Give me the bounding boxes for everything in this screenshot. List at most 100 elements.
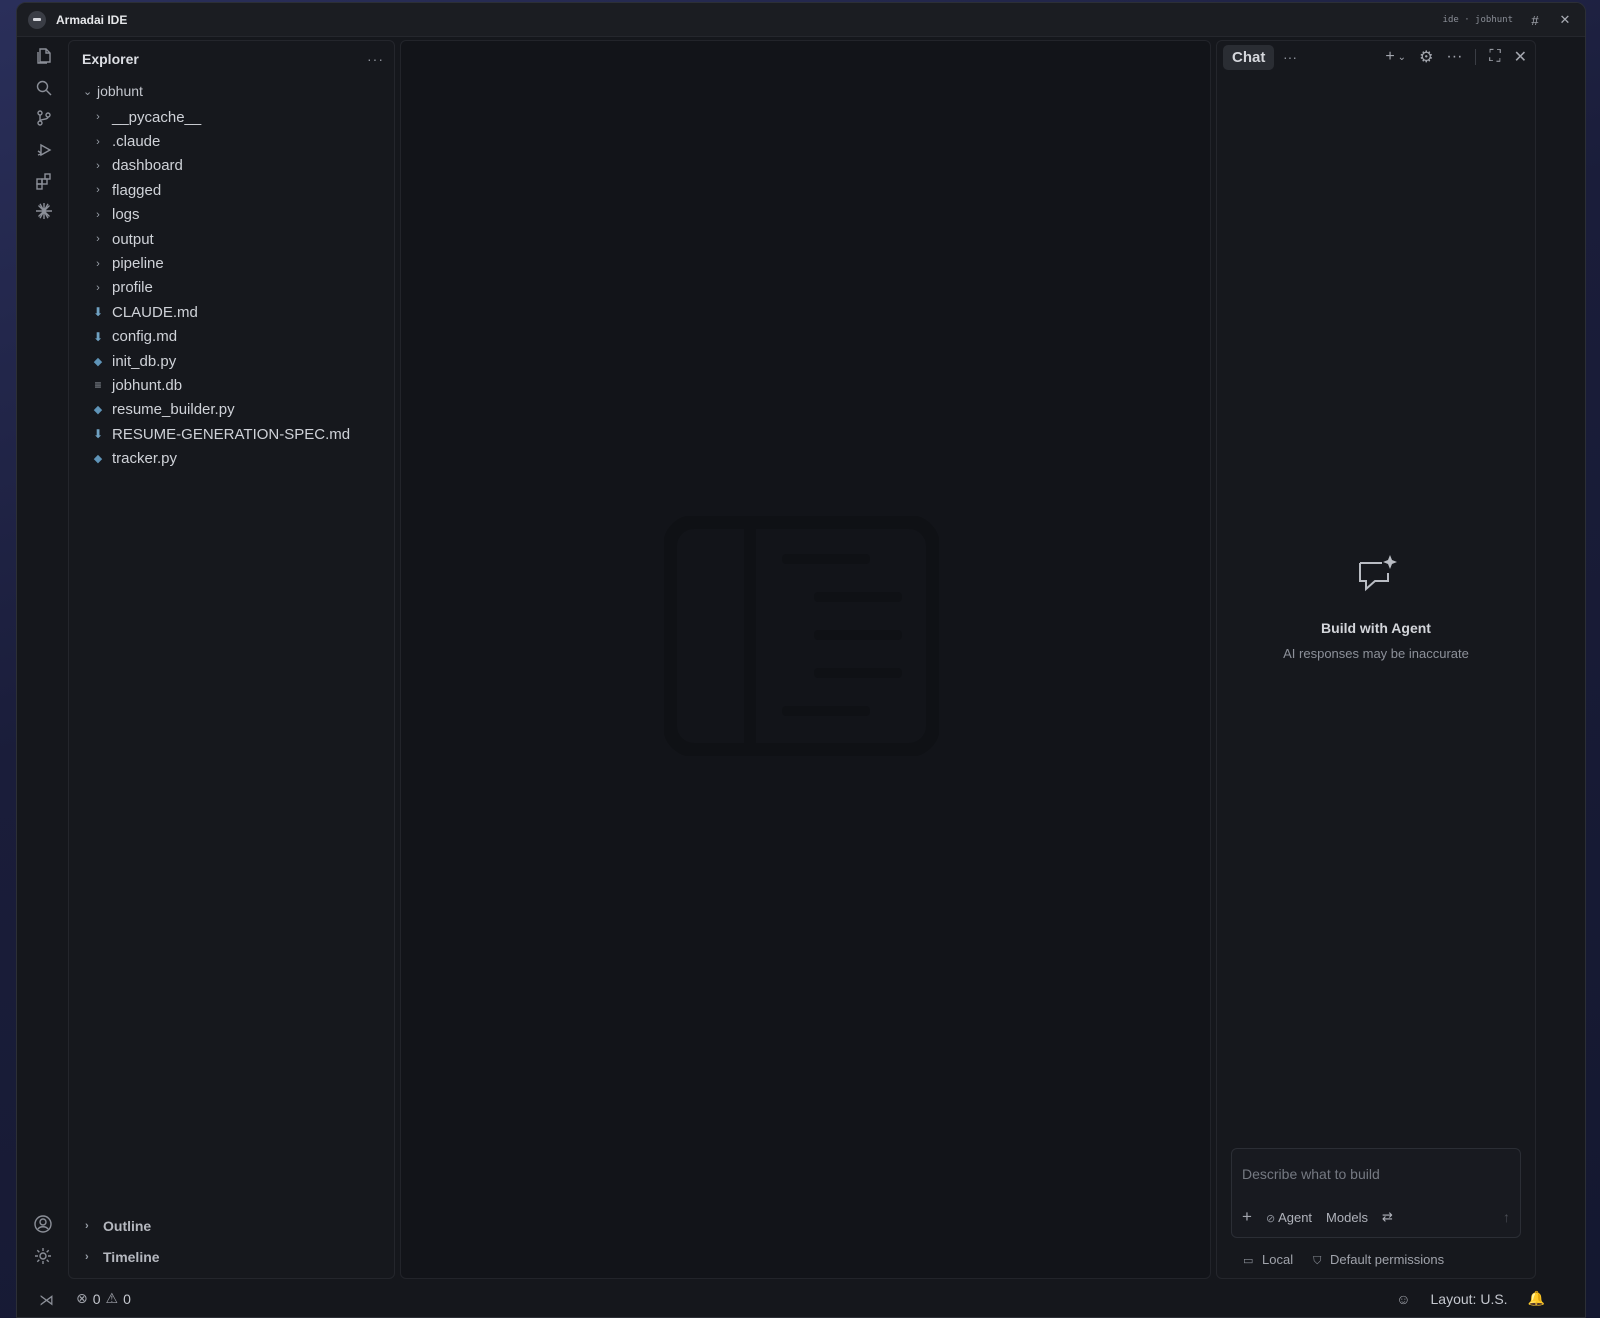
- chat-tab[interactable]: Chat: [1223, 45, 1275, 70]
- chevron-right-icon: ›: [96, 208, 100, 221]
- shield-icon: ⛉: [1313, 1255, 1322, 1267]
- database-icon: ≡: [94, 378, 102, 393]
- file-label: jobhunt.db: [112, 376, 183, 394]
- chat-more-icon[interactable]: ···: [1446, 48, 1462, 66]
- title-bar: Armadai IDE ide · jobhunt # ✕: [17, 3, 1585, 37]
- extensions-icon[interactable]: [34, 171, 54, 191]
- settings-gear-icon[interactable]: [34, 1247, 54, 1267]
- chevron-right-icon: ›: [96, 281, 100, 294]
- folder-label: __pycache__: [112, 108, 202, 126]
- tree-root-folder[interactable]: ⌄ jobhunt: [69, 77, 394, 105]
- chat-input[interactable]: [1242, 1163, 1512, 1185]
- tree-file-item[interactable]: ◆ resume_builder.py: [69, 398, 394, 422]
- add-context-icon[interactable]: +: [1242, 1207, 1252, 1227]
- python-icon: ◆: [93, 453, 103, 466]
- chat-tab-more-icon[interactable]: ···: [1283, 49, 1297, 65]
- markdown-icon: ⬇: [92, 329, 104, 344]
- location-label: Local: [1262, 1252, 1294, 1267]
- location-button[interactable]: ▭ Local: [1243, 1252, 1293, 1268]
- run-debug-icon[interactable]: [34, 140, 54, 160]
- agent-empty-state: Build with Agent AI responses may be ina…: [1217, 551, 1535, 661]
- error-icon: ⊗: [76, 1290, 88, 1306]
- problems-indicator[interactable]: ⊗ 0 ⚠ 0: [76, 1290, 131, 1307]
- warning-count: 0: [123, 1290, 131, 1307]
- editor-area[interactable]: [400, 40, 1211, 1279]
- permissions-label: Default permissions: [1329, 1252, 1445, 1267]
- chevron-right-icon: ›: [96, 233, 100, 246]
- chevron-right-icon: ›: [96, 184, 100, 197]
- keyboard-layout[interactable]: Layout: U.S.: [1431, 1291, 1508, 1307]
- python-icon: ◆: [93, 355, 103, 368]
- options-sliders-icon[interactable]: ⇄: [1382, 1209, 1393, 1225]
- explorer-title: Explorer: [82, 51, 139, 67]
- chevron-right-icon: ›: [85, 1219, 89, 1232]
- chat-settings-icon[interactable]: ⚙: [1419, 47, 1433, 67]
- file-label: CLAUDE.md: [112, 303, 198, 321]
- source-control-icon[interactable]: [34, 108, 54, 128]
- folder-label: logs: [112, 206, 140, 224]
- status-bar: ⋊ ⊗ 0 ⚠ 0 ☺ Layout: U.S. 🔔: [17, 1281, 1585, 1317]
- toolbar-divider: [1475, 49, 1477, 65]
- chevron-down-icon: ⌄: [83, 85, 93, 98]
- tree-folder-item[interactable]: › dashboard: [69, 154, 394, 178]
- monitor-icon: ▭: [1243, 1255, 1254, 1267]
- markdown-icon: ⬇: [92, 427, 104, 442]
- file-label: init_db.py: [112, 352, 177, 370]
- markdown-icon: ⬇: [92, 305, 104, 320]
- tree-folder-item[interactable]: › flagged: [69, 178, 394, 202]
- close-panel-icon[interactable]: ✕: [1514, 47, 1527, 67]
- tree-folder-item[interactable]: › output: [69, 227, 394, 251]
- chevron-down-icon[interactable]: ⌄: [1398, 52, 1406, 63]
- agent-mode-icon: ⊘: [1265, 1212, 1276, 1225]
- tree-folder-item[interactable]: › profile: [69, 276, 394, 300]
- notifications-bell-icon[interactable]: 🔔: [1528, 1290, 1545, 1307]
- copilot-icon[interactable]: ☺: [1396, 1291, 1410, 1307]
- models-button[interactable]: Models: [1326, 1210, 1368, 1225]
- outline-section[interactable]: › Outline: [69, 1210, 394, 1241]
- window-title: Armadai IDE: [56, 12, 128, 27]
- tree-folder-item[interactable]: › logs: [69, 203, 394, 227]
- file-label: config.md: [112, 328, 178, 346]
- tree-file-item[interactable]: ◆ tracker.py: [69, 446, 394, 470]
- file-label: tracker.py: [112, 450, 178, 468]
- app-menu-icon[interactable]: [28, 10, 46, 29]
- folder-label: .claude: [112, 133, 161, 151]
- tree-file-item[interactable]: ◆ init_db.py: [69, 349, 394, 373]
- error-count: 0: [92, 1290, 101, 1307]
- file-label: RESUME-GENERATION-SPEC.md: [112, 425, 351, 443]
- permissions-button[interactable]: ⛉ Default permissions: [1313, 1252, 1444, 1268]
- tree-file-item[interactable]: ⬇ CLAUDE.md: [69, 300, 394, 324]
- send-arrow-icon[interactable]: ↑: [1503, 1209, 1510, 1225]
- agent-mode-button[interactable]: ⊘ Agent: [1266, 1210, 1312, 1225]
- close-window-icon[interactable]: ✕: [1557, 12, 1573, 28]
- remote-icon[interactable]: ⋊: [39, 1291, 54, 1309]
- chevron-right-icon: ›: [96, 111, 100, 124]
- files-icon[interactable]: [34, 46, 54, 66]
- maximize-icon[interactable]: ⛶: [1489, 48, 1500, 66]
- root-folder-label: jobhunt: [97, 83, 143, 99]
- more-actions-icon[interactable]: ···: [367, 51, 384, 67]
- account-icon[interactable]: [34, 1215, 54, 1235]
- timeline-section[interactable]: › Timeline: [69, 1241, 394, 1272]
- tree-file-item[interactable]: ⬇ config.md: [69, 325, 394, 349]
- search-icon[interactable]: [34, 78, 54, 98]
- chevron-right-icon: ›: [85, 1250, 89, 1263]
- new-chat-icon[interactable]: +: [1385, 48, 1394, 66]
- grid-icon[interactable]: #: [1527, 13, 1543, 28]
- tree-folder-item[interactable]: › __pycache__: [69, 105, 394, 129]
- tree-file-item[interactable]: ≡ jobhunt.db: [69, 373, 394, 397]
- agent-title: Build with Agent: [1321, 620, 1431, 636]
- tree-file-item[interactable]: ⬇ RESUME-GENERATION-SPEC.md: [69, 422, 394, 446]
- agent-subtitle: AI responses may be inaccurate: [1283, 646, 1469, 661]
- chevron-right-icon: ›: [96, 159, 100, 172]
- folder-label: pipeline: [112, 255, 164, 273]
- python-icon: ◆: [93, 404, 103, 417]
- claude-icon[interactable]: [34, 201, 54, 221]
- empty-editor-watermark-icon: [664, 516, 939, 756]
- tree-folder-item[interactable]: › .claude: [69, 129, 394, 153]
- timeline-label: Timeline: [103, 1248, 160, 1265]
- file-label: resume_builder.py: [112, 401, 235, 419]
- tree-folder-item[interactable]: › pipeline: [69, 251, 394, 275]
- folder-label: dashboard: [112, 157, 183, 175]
- chat-sparkle-icon: [1359, 555, 1397, 592]
